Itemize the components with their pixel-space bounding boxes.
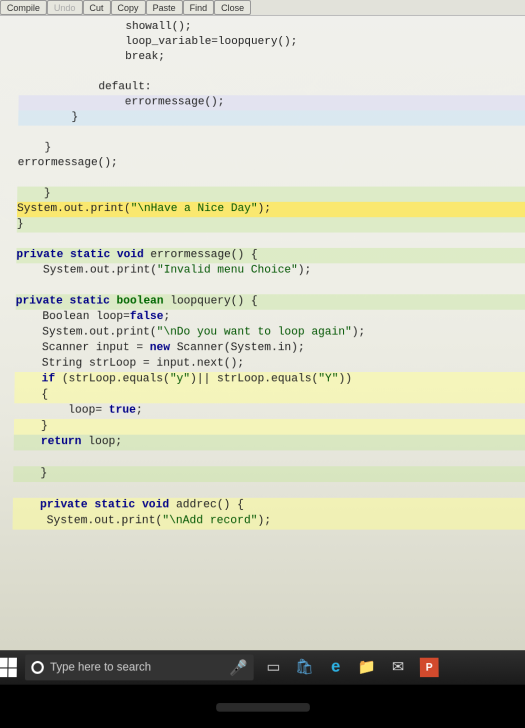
code-line: { — [14, 388, 525, 404]
code-line — [19, 65, 525, 80]
file-explorer-icon[interactable]: 📁 — [355, 656, 378, 680]
edge-icon[interactable]: e — [324, 656, 347, 680]
laptop-hinge — [216, 703, 310, 712]
mic-icon[interactable]: 🎤 — [229, 658, 247, 676]
code-editor[interactable]: showall(); loop_variable=loopquery(); br… — [0, 16, 525, 530]
compile-button[interactable]: Compile — [0, 0, 47, 15]
store-icon[interactable]: 🛍 — [293, 656, 316, 680]
cut-button[interactable]: Cut — [82, 0, 110, 15]
code-line: System.out.print("\nAdd record"); — [13, 514, 525, 530]
close-button[interactable]: Close — [214, 0, 251, 15]
code-line: if (strLoop.equals("y")|| strLoop.equals… — [15, 372, 525, 388]
code-line — [16, 233, 525, 248]
code-line: private static boolean loopquery() { — [16, 294, 525, 309]
code-line: loop= true; — [14, 403, 525, 419]
code-line: System.out.print("\nHave a Nice Day"); — [17, 202, 525, 217]
code-line: } — [17, 187, 525, 202]
code-line: break; — [19, 50, 525, 65]
code-line — [13, 450, 525, 466]
code-line: private static void addrec() { — [13, 498, 525, 514]
code-line — [16, 279, 525, 294]
windows-taskbar: Type here to search 🎤 ▭ 🛍 e 📁 ✉ P — [0, 650, 525, 684]
mail-icon[interactable]: ✉ — [387, 656, 410, 680]
code-line — [13, 482, 525, 498]
code-line: System.out.print("Invalid menu Choice"); — [16, 263, 525, 278]
code-line: System.out.print("\nDo you want to loop … — [15, 325, 525, 341]
code-line — [17, 171, 525, 186]
code-line — [18, 126, 525, 141]
code-line: return loop; — [14, 435, 525, 451]
code-line: } — [14, 419, 525, 435]
code-line: default: — [19, 80, 525, 95]
code-line: errormessage(); — [18, 95, 525, 110]
code-line: private static void errormessage() { — [16, 248, 525, 263]
code-line: } — [18, 110, 525, 125]
start-button[interactable] — [0, 658, 17, 677]
code-line: loop_variable=loopquery(); — [19, 35, 525, 50]
search-placeholder: Type here to search — [50, 661, 151, 674]
task-view-icon[interactable]: ▭ — [262, 656, 285, 680]
toolbar: Compile Undo Cut Copy Paste Find Close — [0, 0, 525, 16]
code-line: showall(); — [20, 20, 525, 35]
code-line: Boolean loop=false; — [15, 310, 525, 326]
copy-button[interactable]: Copy — [110, 0, 145, 15]
taskbar-search[interactable]: Type here to search 🎤 — [25, 655, 254, 681]
undo-button[interactable]: Undo — [47, 0, 83, 15]
powerpoint-icon[interactable]: P — [418, 656, 441, 680]
laptop-bezel — [0, 685, 525, 728]
code-line: } — [13, 466, 525, 482]
paste-button[interactable]: Paste — [145, 0, 182, 15]
code-line: } — [17, 217, 525, 232]
code-line: Scanner input = new Scanner(System.in); — [15, 341, 525, 357]
find-button[interactable]: Find — [183, 0, 215, 15]
code-line: } — [18, 141, 525, 156]
code-line: errormessage(); — [18, 156, 525, 171]
code-line: String strLoop = input.next(); — [15, 356, 525, 372]
search-icon — [31, 661, 44, 674]
